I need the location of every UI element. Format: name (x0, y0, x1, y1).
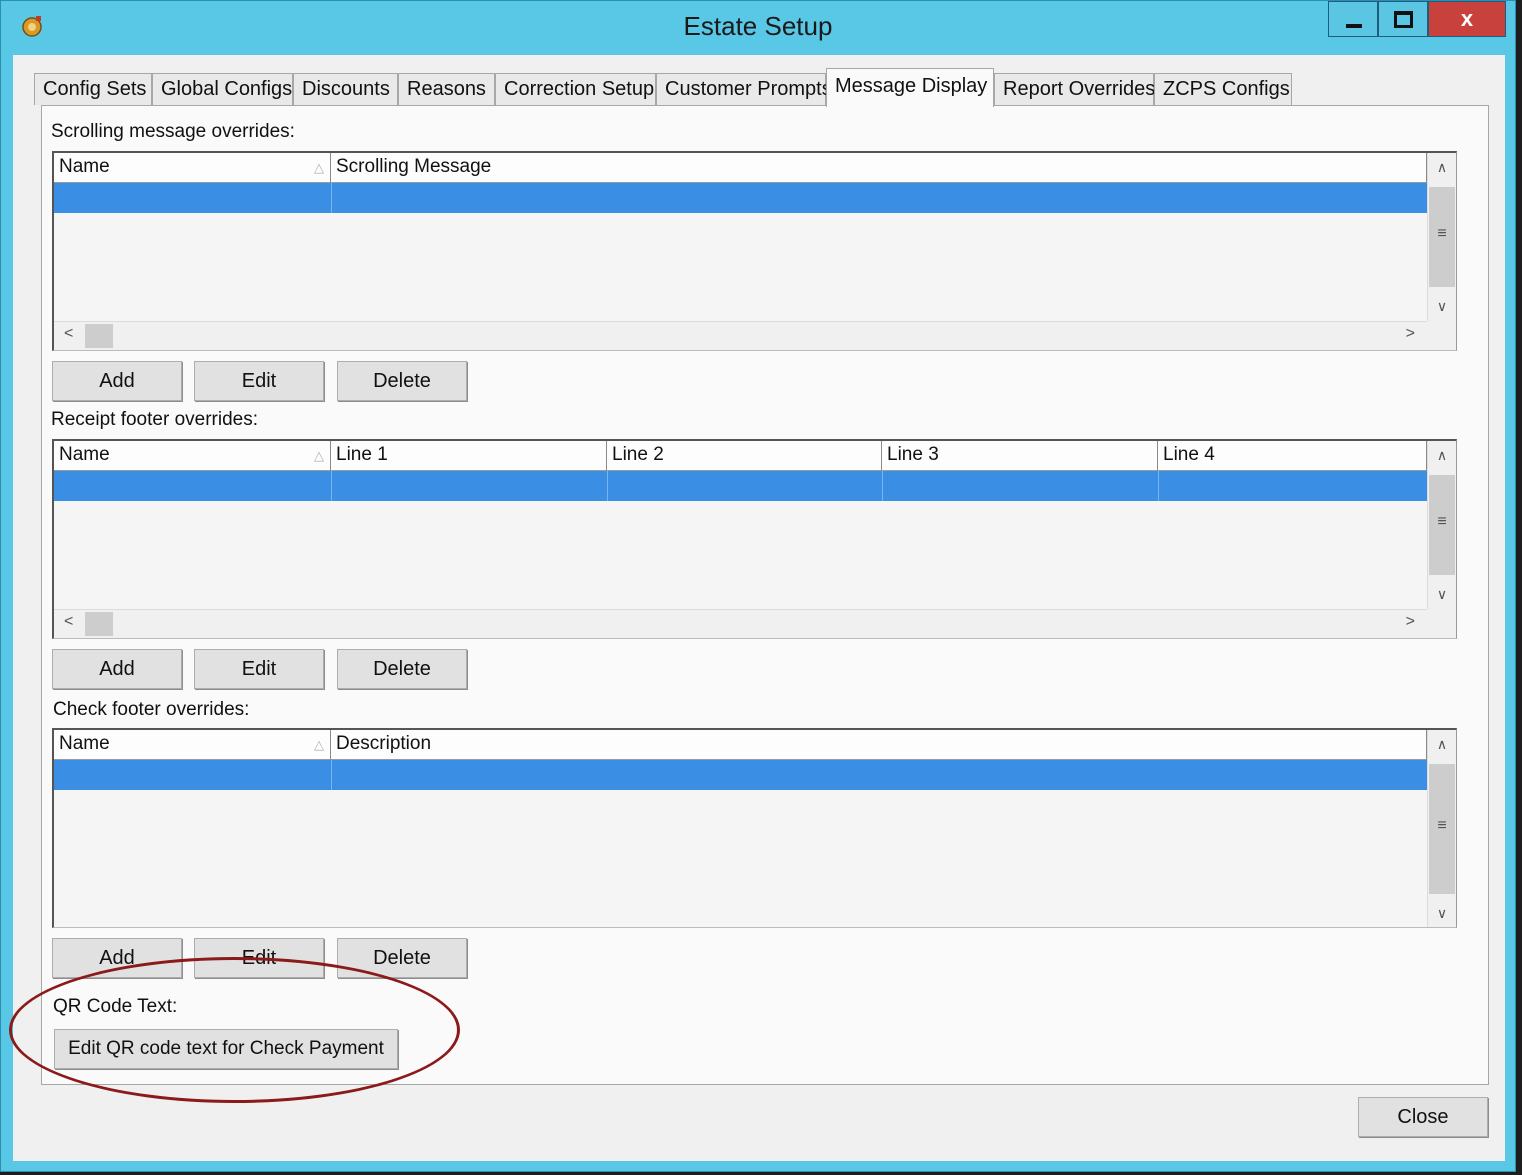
scrolling-overrides-grid[interactable]: Name △ Scrolling Message ∧ ≡ ∨ < > (52, 151, 1457, 351)
scroll-left-icon[interactable]: < (64, 325, 73, 343)
scroll-down-icon[interactable]: ∨ (1428, 298, 1456, 315)
edit-qr-code-text-button[interactable]: Edit QR code text for Check Payment (54, 1029, 398, 1069)
tab-label: Message Display (835, 75, 988, 97)
horizontal-scrollbar[interactable]: < > (54, 609, 1427, 638)
scroll-thumb[interactable]: ≡ (1429, 764, 1455, 894)
tab-label: Customer Prompts (665, 78, 832, 100)
minimize-icon (1346, 24, 1362, 28)
title-bar[interactable]: Estate Setup x (1, 1, 1515, 55)
sort-icon: △ (314, 160, 324, 175)
receipt-overrides-grid[interactable]: Name △ Line 1 Line 2 Line 3 Line 4 ∧ ≡ ∨ … (52, 439, 1457, 639)
receipt-overrides-label: Receipt footer overrides: (51, 409, 258, 430)
sort-icon: △ (314, 737, 324, 752)
tab-message-display[interactable]: Message Display (826, 68, 994, 107)
column-header-scrolling-message[interactable]: Scrolling Message (331, 153, 1427, 183)
close-window-button[interactable]: x (1428, 1, 1506, 37)
grip-icon: ≡ (1437, 817, 1447, 834)
column-header-name[interactable]: Name △ (54, 153, 331, 183)
scroll-up-icon[interactable]: ∧ (1428, 159, 1456, 176)
tab-reasons[interactable]: Reasons (398, 73, 495, 105)
scrolling-add-button[interactable]: Add (52, 361, 182, 401)
scroll-thumb[interactable] (85, 324, 113, 348)
tab-label: Config Sets (43, 78, 147, 100)
scroll-right-icon[interactable]: > (1406, 325, 1415, 343)
minimize-button[interactable] (1328, 1, 1378, 37)
grip-icon: ≡ (1437, 513, 1447, 530)
scroll-left-icon[interactable]: < (64, 613, 73, 631)
column-header-name[interactable]: Name △ (54, 730, 331, 760)
tab-config-sets[interactable]: Config Sets (34, 73, 152, 105)
close-icon: x (1460, 6, 1474, 31)
scrolling-overrides-label: Scrolling message overrides: (51, 121, 295, 142)
receipt-delete-button[interactable]: Delete (337, 649, 467, 689)
check-delete-button[interactable]: Delete (337, 938, 467, 978)
estate-setup-window: Estate Setup x Config Sets Global Config… (0, 0, 1516, 1172)
scroll-thumb[interactable] (85, 612, 113, 636)
tab-label: ZCPS Configs (1163, 78, 1290, 100)
sort-icon: △ (314, 448, 324, 463)
tab-customer-prompts[interactable]: Customer Prompts (656, 73, 832, 105)
scrolling-edit-button[interactable]: Edit (194, 361, 324, 401)
maximize-icon (1394, 11, 1413, 28)
tab-label: Discounts (302, 78, 390, 100)
qr-code-text-label: QR Code Text: (53, 996, 178, 1017)
scroll-thumb[interactable]: ≡ (1429, 475, 1455, 575)
check-overrides-label: Check footer overrides: (53, 699, 250, 720)
scroll-up-icon[interactable]: ∧ (1428, 736, 1456, 753)
column-header-line-1[interactable]: Line 1 (331, 441, 607, 471)
check-edit-button[interactable]: Edit (194, 938, 324, 978)
column-header-line-2[interactable]: Line 2 (607, 441, 882, 471)
vertical-scrollbar[interactable]: ∧ ≡ ∨ (1427, 441, 1456, 609)
check-add-button[interactable]: Add (52, 938, 182, 978)
scroll-corner (1427, 321, 1456, 350)
column-header-line-3[interactable]: Line 3 (882, 441, 1158, 471)
scrolling-delete-button[interactable]: Delete (337, 361, 467, 401)
scroll-right-icon[interactable]: > (1406, 613, 1415, 631)
close-button[interactable]: Close (1358, 1097, 1488, 1137)
column-header-description[interactable]: Description (331, 730, 1427, 760)
scroll-up-icon[interactable]: ∧ (1428, 447, 1456, 464)
scroll-down-icon[interactable]: ∨ (1428, 586, 1456, 603)
vertical-scrollbar[interactable]: ∧ ≡ ∨ (1427, 153, 1456, 321)
window-title: Estate Setup (683, 11, 833, 41)
tab-label: Correction Setup (504, 78, 655, 100)
tab-correction-setup[interactable]: Correction Setup (495, 73, 656, 105)
check-overrides-grid[interactable]: Name △ Description ∧ ≡ ∨ (52, 728, 1457, 928)
grip-icon: ≡ (1437, 225, 1447, 242)
receipt-add-button[interactable]: Add (52, 649, 182, 689)
tab-zcps-configs[interactable]: ZCPS Configs (1154, 73, 1292, 105)
tab-global-configs[interactable]: Global Configs (152, 73, 293, 105)
maximize-button[interactable] (1378, 1, 1428, 37)
column-header-name[interactable]: Name △ (54, 441, 331, 471)
tab-label: Report Overrides (1003, 78, 1156, 100)
selected-row[interactable] (54, 760, 1427, 790)
horizontal-scrollbar[interactable]: < > (54, 321, 1427, 350)
selected-row[interactable] (54, 471, 1427, 501)
tab-report-overrides[interactable]: Report Overrides (994, 73, 1156, 105)
selected-row[interactable] (54, 183, 1427, 213)
tab-discounts[interactable]: Discounts (293, 73, 398, 105)
scroll-down-icon[interactable]: ∨ (1428, 905, 1456, 922)
column-header-line-4[interactable]: Line 4 (1158, 441, 1427, 471)
vertical-scrollbar[interactable]: ∧ ≡ ∨ (1427, 730, 1456, 927)
receipt-edit-button[interactable]: Edit (194, 649, 324, 689)
scroll-thumb[interactable]: ≡ (1429, 187, 1455, 287)
scroll-corner (1427, 609, 1456, 638)
tab-label: Reasons (407, 78, 486, 100)
tab-label: Global Configs (161, 78, 293, 100)
